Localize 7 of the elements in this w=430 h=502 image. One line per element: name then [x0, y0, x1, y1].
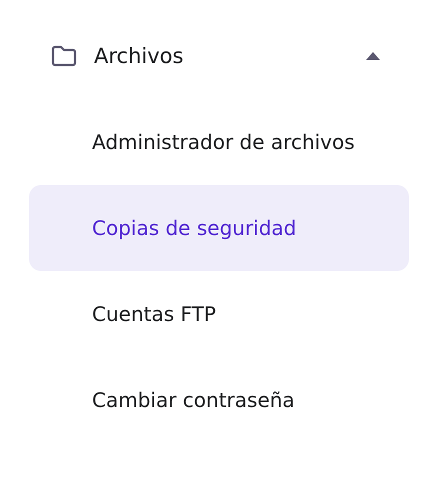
menu-item[interactable]: Copias de seguridad — [29, 185, 409, 271]
menu-item[interactable]: Cuentas FTP — [29, 271, 409, 357]
menu-item[interactable]: Cambiar contraseña — [29, 357, 409, 443]
section-header[interactable]: Archivos — [29, 35, 409, 77]
folder-icon — [51, 45, 77, 67]
menu-item[interactable]: Administrador de archivos — [29, 99, 409, 185]
caret-icon — [366, 52, 380, 60]
